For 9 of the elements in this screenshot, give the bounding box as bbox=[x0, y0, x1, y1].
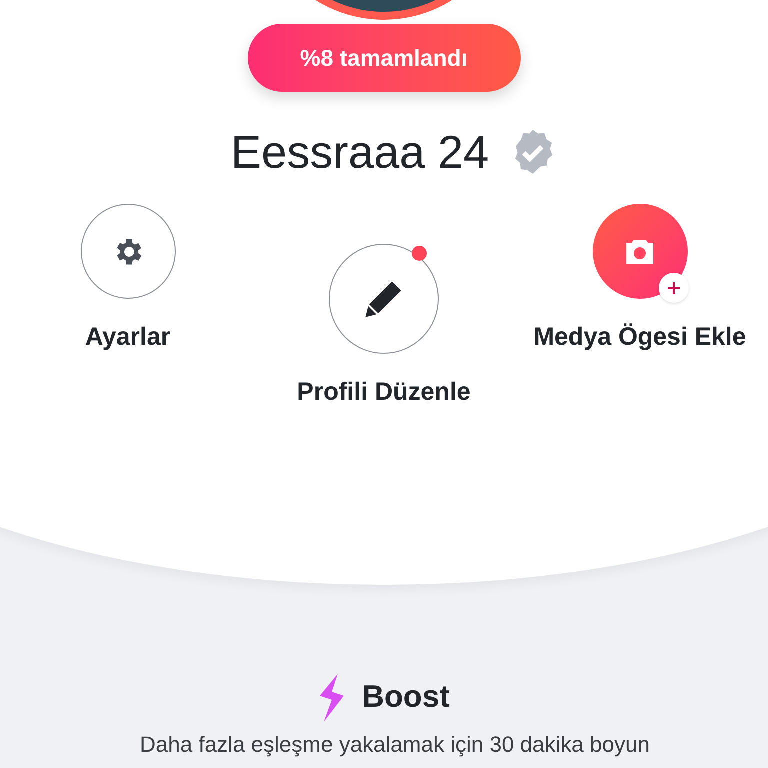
boost-description: Daha fazla eşleşme yakalamak için 30 dakika boyun bbox=[140, 730, 650, 759]
action-label: Profili Düzenle bbox=[297, 377, 471, 408]
action-label: Ayarlar bbox=[85, 322, 171, 353]
action-label: Medya Ögesi Ekle bbox=[534, 322, 746, 353]
boost-title: Boost bbox=[362, 678, 450, 716]
profile-name: Eessraaa 24 bbox=[230, 129, 490, 175]
plus-icon bbox=[666, 281, 680, 295]
lightning-icon bbox=[318, 674, 346, 722]
completion-badge[interactable]: %8 tamamlandı bbox=[248, 24, 520, 92]
